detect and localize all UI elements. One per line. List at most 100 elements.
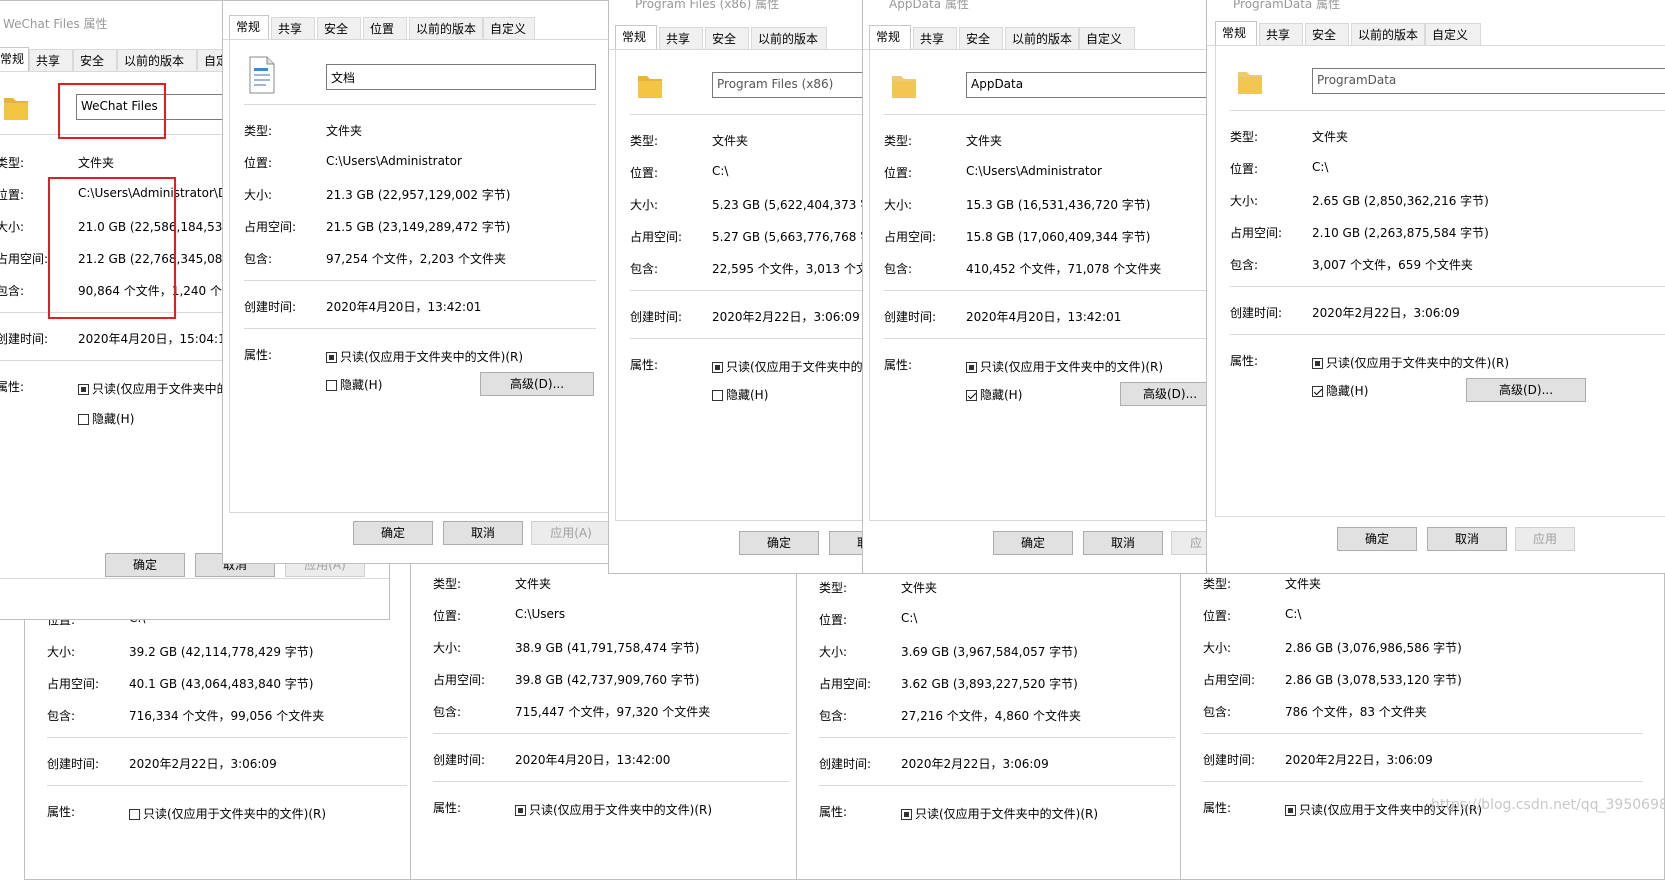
hidden-checkbox[interactable]: 隐藏(H) — [712, 386, 768, 403]
checkbox-box[interactable] — [1285, 805, 1296, 816]
ok-button[interactable]: 确定 — [105, 553, 185, 577]
apply-button[interactable]: 应用(A) — [531, 521, 611, 545]
title-bar[interactable]: ProgramData 属性 — [1207, 0, 1665, 11]
cancel-button[interactable]: 取消 — [443, 521, 523, 545]
folder-name-field[interactable]: 文档 — [326, 64, 596, 90]
separator — [1230, 286, 1665, 287]
tab-location[interactable]: 位置 — [363, 17, 407, 39]
tab-customize[interactable]: 自定义 — [1079, 27, 1135, 49]
folder-icon — [4, 98, 28, 120]
ok-button[interactable]: 确定 — [993, 531, 1073, 555]
tab-strip: 常规 共享 安全 位置 以前的版本 自定义 — [223, 15, 617, 40]
checkbox-box[interactable] — [78, 414, 89, 425]
tab-previous-versions[interactable]: 以前的版本 — [1351, 23, 1425, 45]
tab-security[interactable]: 安全 — [1305, 23, 1349, 45]
highlight-box-name — [58, 83, 166, 139]
separator — [433, 781, 789, 782]
tab-security[interactable]: 安全 — [705, 27, 749, 49]
separator — [884, 290, 1221, 291]
separator — [47, 785, 407, 786]
tab-general[interactable]: 常规 — [0, 47, 29, 71]
folder-name-field[interactable]: AppData — [966, 72, 1221, 98]
separator — [884, 114, 1221, 115]
separator — [244, 104, 596, 105]
folder-name-field[interactable]: Program Files (x86) — [712, 72, 871, 98]
readonly-checkbox[interactable]: 只读(仅应用于文件夹中的文件)(R) — [966, 358, 1163, 375]
checkbox-box[interactable] — [712, 362, 723, 373]
highlight-box-stats — [48, 177, 176, 319]
tab-customize[interactable]: 自定义 — [1425, 23, 1481, 45]
tab-security[interactable]: 安全 — [317, 17, 361, 39]
separator — [884, 338, 1221, 339]
tab-strip: 常规 共享 安全 以前的版本 自定义 — [1207, 21, 1665, 46]
readonly-checkbox[interactable]: 只读(仅应用于文件夹中的文件)(R) — [1312, 354, 1509, 371]
tab-sharing[interactable]: 共享 — [1259, 23, 1303, 45]
hidden-checkbox[interactable]: 隐藏(H) — [966, 386, 1022, 403]
checkbox-box[interactable] — [966, 362, 977, 373]
hidden-checkbox[interactable]: 隐藏(H) — [1312, 382, 1368, 399]
title-bar[interactable]: AppData 属性 — [863, 0, 1221, 11]
watermark: https://blog.csdn.net/qq_39506988 — [1431, 797, 1665, 813]
separator — [244, 328, 596, 329]
hidden-checkbox[interactable]: 隐藏(H) — [326, 376, 382, 393]
hidden-checkbox[interactable]: 隐藏(H) — [78, 410, 134, 427]
checkbox-box[interactable] — [129, 809, 140, 820]
readonly-checkbox[interactable]: 只读(仅应用于文件夹中的文 — [78, 380, 241, 397]
window-title: Program Files (x86) 属性 — [635, 0, 780, 11]
separator — [1230, 110, 1665, 111]
readonly-checkbox[interactable]: 只读(仅应用于文件夹中的文件)(R) — [129, 805, 326, 822]
separator — [244, 280, 596, 281]
advanced-button[interactable]: 高级(D)... — [480, 372, 594, 396]
title-bar[interactable]: Program Files (x86) 属性 — [609, 0, 871, 11]
cancel-button[interactable]: 取消 — [1427, 527, 1507, 551]
tab-sharing[interactable]: 共享 — [271, 17, 315, 39]
checkbox-box[interactable] — [712, 390, 723, 401]
tab-sharing[interactable]: 共享 — [29, 49, 73, 71]
ok-button[interactable]: 确定 — [353, 521, 433, 545]
ok-button[interactable]: 确定 — [739, 531, 819, 555]
readonly-checkbox[interactable]: 只读(仅应用于文件夹中的文件)(R) — [326, 348, 523, 365]
apply-button[interactable]: 应用 — [1515, 527, 1575, 551]
separator — [47, 737, 407, 738]
separator — [433, 733, 789, 734]
cancel-button[interactable]: 取消 — [1083, 531, 1163, 555]
readonly-checkbox[interactable]: 只读(仅应用于文件夹中的文 — [712, 358, 871, 375]
document-icon — [249, 56, 275, 94]
advanced-button[interactable]: 高级(D)... — [1466, 378, 1586, 402]
separator — [630, 290, 871, 291]
checkbox-box[interactable] — [1312, 386, 1323, 397]
checkbox-box[interactable] — [515, 805, 526, 816]
checkbox-box[interactable] — [1312, 358, 1323, 369]
separator — [1230, 334, 1665, 335]
checkbox-box[interactable] — [966, 390, 977, 401]
folder-name-field[interactable]: ProgramData — [1312, 68, 1665, 94]
readonly-checkbox[interactable]: 只读(仅应用于文件夹中的文件)(R) — [901, 805, 1098, 822]
tab-customize[interactable]: 自定义 — [483, 17, 535, 39]
advanced-button[interactable]: 高级(D)... — [1120, 382, 1220, 406]
tab-sharing[interactable]: 共享 — [913, 27, 957, 49]
tab-strip: 常规 共享 安全 以前的版本 — [609, 25, 871, 50]
ok-button[interactable]: 确定 — [1337, 527, 1417, 551]
separator — [819, 737, 1175, 738]
window-title: ProgramData 属性 — [1233, 0, 1341, 11]
checkbox-box[interactable] — [901, 809, 912, 820]
tab-security[interactable]: 安全 — [959, 27, 1003, 49]
separator — [630, 338, 871, 339]
checkbox-box[interactable] — [78, 384, 89, 395]
tab-security[interactable]: 安全 — [73, 49, 117, 71]
tab-previous-versions[interactable]: 以前的版本 — [751, 27, 827, 49]
tab-general[interactable]: 常规 — [615, 25, 657, 49]
tab-general[interactable]: 常规 — [1215, 21, 1257, 45]
folder-icon — [638, 76, 662, 98]
tab-general[interactable]: 常规 — [869, 25, 911, 49]
checkbox-box[interactable] — [326, 380, 337, 391]
tab-previous-versions[interactable]: 以前的版本 — [409, 17, 483, 39]
tab-sharing[interactable]: 共享 — [659, 27, 703, 49]
tab-previous-versions[interactable]: 以前的版本 — [117, 49, 197, 71]
readonly-checkbox[interactable]: 只读(仅应用于文件夹中的文件)(R) — [515, 801, 712, 818]
tab-previous-versions[interactable]: 以前的版本 — [1005, 27, 1079, 49]
tab-general[interactable]: 常规 — [229, 15, 269, 39]
programdata-properties-window: ProgramData 属性 常规 共享 安全 以前的版本 自定义 Progra… — [1206, 0, 1665, 574]
folder-icon — [1238, 72, 1262, 94]
checkbox-box[interactable] — [326, 352, 337, 363]
